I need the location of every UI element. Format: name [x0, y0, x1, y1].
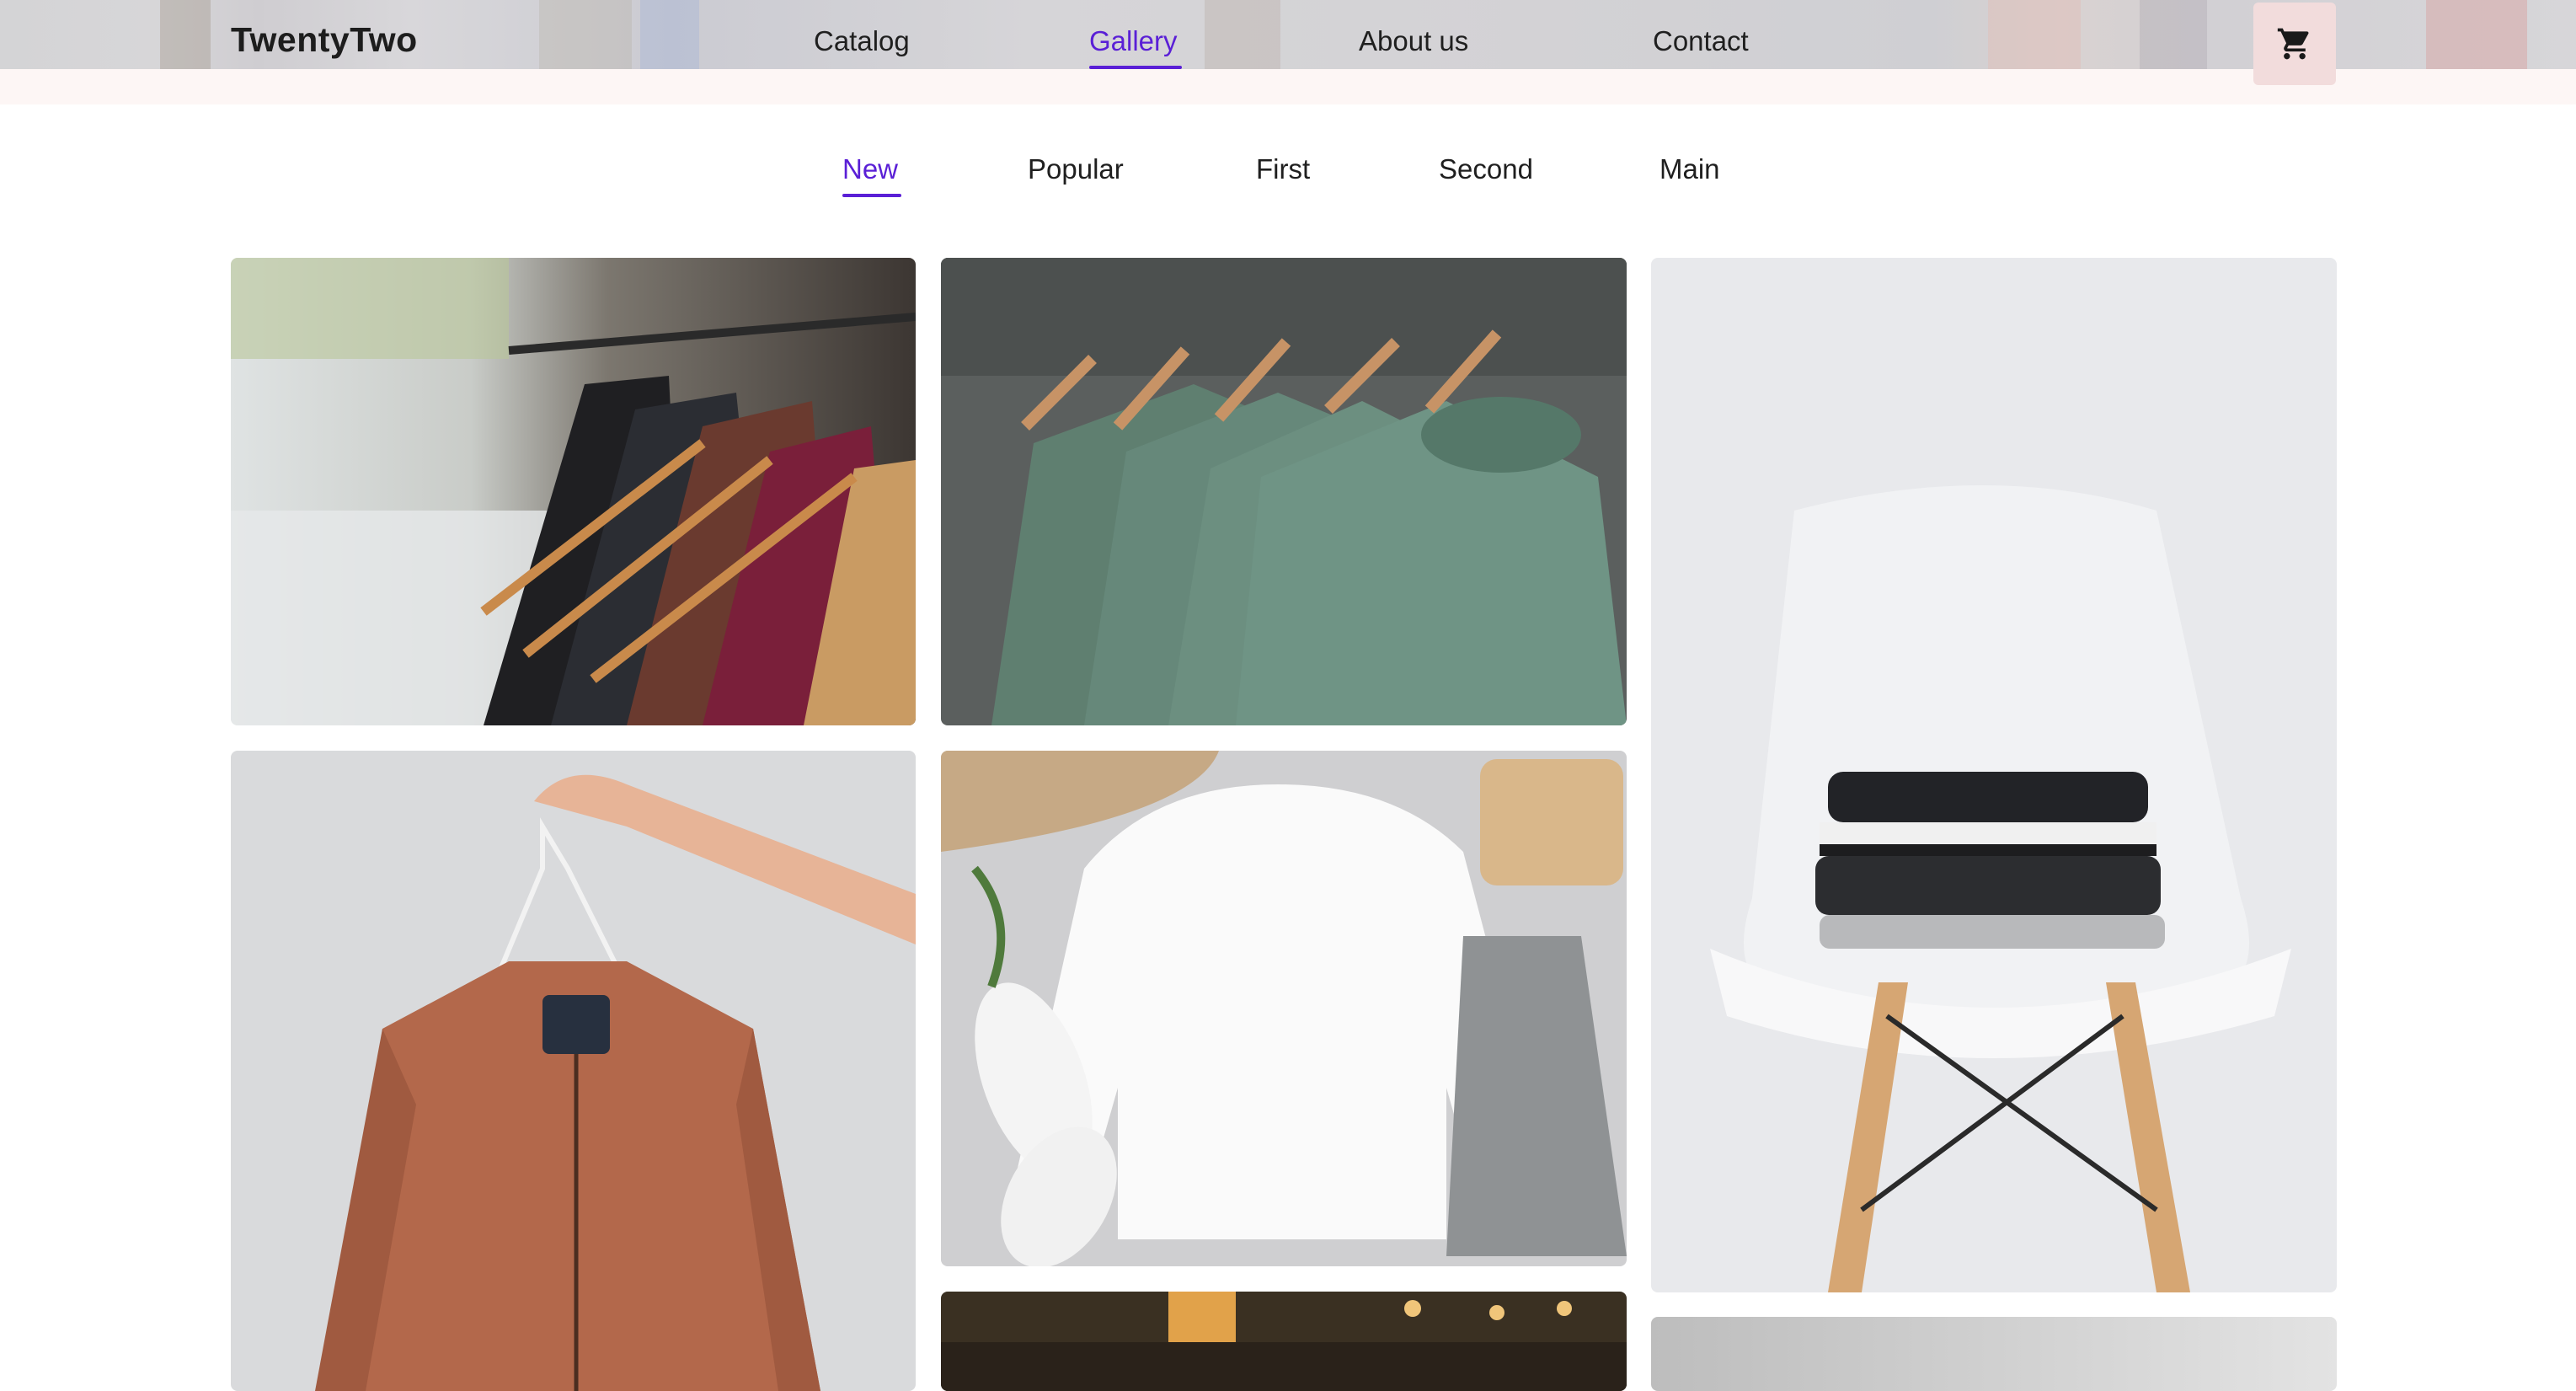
clothing-rack-photo: [231, 258, 916, 725]
gallery-image-green-tshirts[interactable]: [941, 258, 1627, 725]
gallery-image-white-sweatshirt[interactable]: [941, 751, 1627, 1266]
gallery-image-clothing-rack[interactable]: [231, 258, 916, 725]
header-bg-detail: [1205, 0, 1280, 69]
site-logo[interactable]: TwentyTwo: [231, 20, 418, 60]
header-bg-detail: [2140, 0, 2207, 69]
header-bg-detail: [1988, 0, 2081, 69]
nav-item-contact[interactable]: Contact: [1653, 25, 1749, 57]
tab-active-underline: [842, 194, 901, 197]
gallery-image-chair-folded-clothes[interactable]: [1651, 258, 2337, 1292]
tab-popular[interactable]: Popular: [1028, 153, 1124, 185]
header-bg-detail: [160, 0, 211, 69]
cart-button[interactable]: [2253, 3, 2336, 85]
nav-item-catalog[interactable]: Catalog: [814, 25, 910, 57]
nav-active-underline: [1089, 66, 1182, 69]
header-bg-detail: [2426, 0, 2527, 69]
shopping-cart-icon: [2277, 28, 2309, 60]
tab-main[interactable]: Main: [1659, 153, 1720, 185]
gallery-image-store-interior[interactable]: [941, 1292, 1627, 1391]
header-bg-detail: [539, 0, 632, 69]
white-sweatshirt-flatlay-photo: [941, 751, 1627, 1266]
tab-new[interactable]: New: [842, 153, 898, 185]
tab-second[interactable]: Second: [1439, 153, 1533, 185]
brown-jacket-hanger-photo: [231, 751, 916, 1391]
gallery-image-brown-jacket[interactable]: [231, 751, 916, 1391]
store-interior-photo: [941, 1292, 1627, 1391]
green-tshirts-photo: [941, 258, 1627, 725]
header-bg-detail: [640, 0, 699, 69]
nav-item-gallery[interactable]: Gallery: [1089, 25, 1178, 57]
gallery-image-grey[interactable]: [1651, 1317, 2337, 1391]
folded-clothes-chair-photo: [1651, 258, 2337, 1292]
nav-item-about-us[interactable]: About us: [1359, 25, 1468, 57]
grey-photo: [1651, 1317, 2337, 1391]
tab-first[interactable]: First: [1256, 153, 1310, 185]
